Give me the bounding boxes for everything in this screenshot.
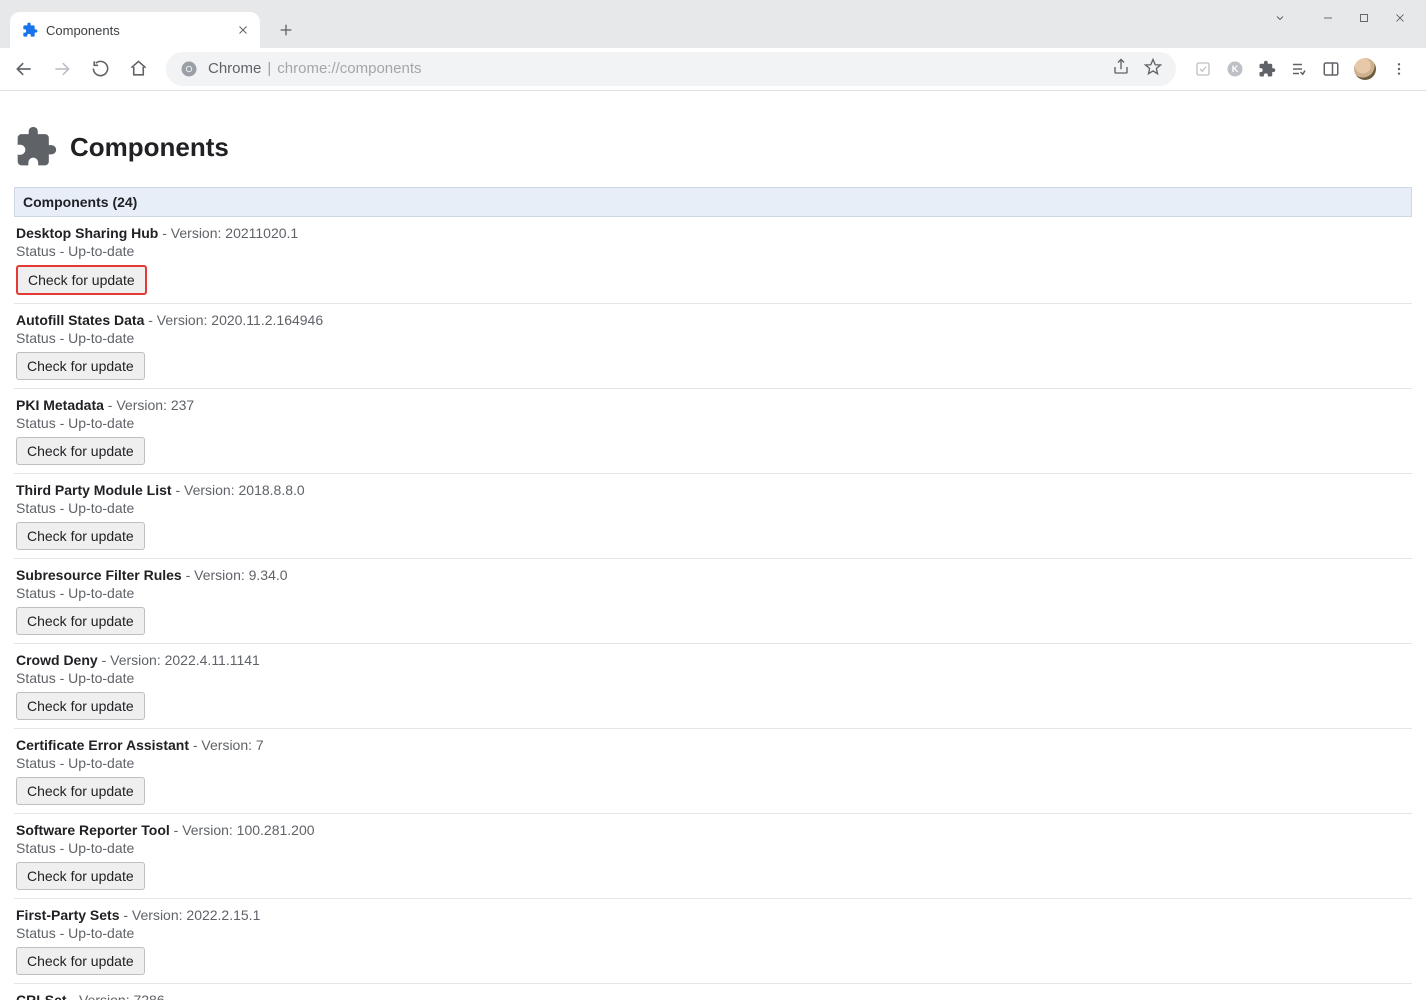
k-extension-icon[interactable]: K <box>1226 60 1244 78</box>
notes-extension-icon[interactable] <box>1194 60 1212 78</box>
page-title: Components <box>70 132 229 163</box>
svg-text:K: K <box>1232 64 1239 74</box>
browser-toolbar: Chrome | chrome://components K <box>0 48 1426 90</box>
component-name: First-Party Sets <box>16 907 119 923</box>
check-for-update-button[interactable]: Check for update <box>16 862 145 890</box>
component-name: PKI Metadata <box>16 397 104 413</box>
component-name: Desktop Sharing Hub <box>16 225 158 241</box>
check-for-update-button[interactable]: Check for update <box>16 777 145 805</box>
chrome-menu-icon[interactable] <box>1390 60 1408 78</box>
component-name: Third Party Module List <box>16 482 172 498</box>
page-viewport[interactable]: Components Components (24) Desktop Shari… <box>0 90 1426 1000</box>
address-bar[interactable]: Chrome | chrome://components <box>166 52 1176 86</box>
reload-button[interactable] <box>84 53 116 85</box>
component-version: - Version: 9.34.0 <box>182 567 288 583</box>
component-status: Status - Up-to-date <box>16 585 1412 601</box>
check-for-update-button[interactable]: Check for update <box>16 265 147 295</box>
extensions-icon[interactable] <box>1258 60 1276 78</box>
home-button[interactable] <box>122 53 154 85</box>
component-name: CRLSet <box>16 992 67 1000</box>
component-row: First-Party Sets - Version: 2022.2.15.1 S… <box>14 899 1412 984</box>
omnibox-url: chrome://components <box>277 60 421 77</box>
check-for-update-button[interactable]: Check for update <box>16 607 145 635</box>
check-for-update-button[interactable]: Check for update <box>16 437 145 465</box>
component-row: Certificate Error Assistant - Version: 7… <box>14 729 1412 814</box>
component-row: PKI Metadata - Version: 237 Status - Up-t… <box>14 389 1412 474</box>
component-version: - Version: 2018.8.8.0 <box>172 482 305 498</box>
component-name: Autofill States Data <box>16 312 144 328</box>
toolbar-icons: K <box>1188 58 1418 80</box>
tab-close-icon[interactable] <box>236 23 250 37</box>
check-for-update-button[interactable]: Check for update <box>16 352 145 380</box>
share-icon[interactable] <box>1112 58 1130 79</box>
component-version: - Version: 100.281.200 <box>170 822 315 838</box>
component-status: Status - Up-to-date <box>16 415 1412 431</box>
window-controls <box>1254 0 1426 38</box>
profile-avatar[interactable] <box>1354 58 1376 80</box>
bookmark-star-icon[interactable] <box>1144 58 1162 79</box>
components-page: Components Components (24) Desktop Shari… <box>0 91 1426 1000</box>
component-row: CRLSet - Version: 7286Status - UpdatedCh… <box>14 984 1412 1000</box>
window-close-icon[interactable] <box>1394 12 1406 27</box>
component-row: Desktop Sharing Hub - Version: 20211020.… <box>14 217 1412 304</box>
window-titlebar: Components <box>0 0 1426 48</box>
chrome-icon <box>180 60 198 78</box>
component-version: - Version: 2022.2.15.1 <box>119 907 260 923</box>
check-for-update-button[interactable]: Check for update <box>16 947 145 975</box>
component-version: - Version: 2022.4.11.1141 <box>98 652 260 668</box>
component-status: Status - Up-to-date <box>16 500 1412 516</box>
component-version: - Version: 20211020.1 <box>158 225 298 241</box>
tab-title: Components <box>46 23 236 38</box>
window-minimize-icon[interactable] <box>1322 12 1334 27</box>
page-header: Components <box>14 125 1412 169</box>
extension-icon <box>22 22 38 38</box>
components-puzzle-icon <box>14 125 58 169</box>
check-for-update-button[interactable]: Check for update <box>16 692 145 720</box>
check-for-update-button[interactable]: Check for update <box>16 522 145 550</box>
component-name: Software Reporter Tool <box>16 822 170 838</box>
window-maximize-icon[interactable] <box>1358 12 1370 27</box>
component-status: Status - Up-to-date <box>16 670 1412 686</box>
components-list: Desktop Sharing Hub - Version: 20211020.… <box>14 217 1412 1000</box>
tab-search-icon[interactable] <box>1274 12 1286 27</box>
omnibox-label: Chrome <box>208 60 261 77</box>
component-version: - Version: 237 <box>104 397 194 413</box>
component-version: - Version: 2020.11.2.164946 <box>144 312 323 328</box>
component-row: Autofill States Data - Version: 2020.11.… <box>14 304 1412 389</box>
back-button[interactable] <box>8 53 40 85</box>
component-status: Status - Up-to-date <box>16 925 1412 941</box>
component-row: Software Reporter Tool - Version: 100.28… <box>14 814 1412 899</box>
component-status: Status - Up-to-date <box>16 243 1412 259</box>
browser-tab[interactable]: Components <box>10 12 260 48</box>
component-version: - Version: 7 <box>189 737 264 753</box>
component-name: Crowd Deny <box>16 652 98 668</box>
component-status: Status - Up-to-date <box>16 840 1412 856</box>
component-name: Certificate Error Assistant <box>16 737 189 753</box>
section-header: Components (24) <box>14 187 1412 217</box>
side-panel-icon[interactable] <box>1322 60 1340 78</box>
forward-button[interactable] <box>46 53 78 85</box>
component-row: Crowd Deny - Version: 2022.4.11.1141 Stat… <box>14 644 1412 729</box>
component-row: Third Party Module List - Version: 2018.… <box>14 474 1412 559</box>
reading-list-icon[interactable] <box>1290 60 1308 78</box>
new-tab-button[interactable] <box>272 16 300 44</box>
component-version: - Version: 7286 <box>67 992 165 1000</box>
component-row: Subresource Filter Rules - Version: 9.34… <box>14 559 1412 644</box>
component-status: Status - Up-to-date <box>16 755 1412 771</box>
component-status: Status - Up-to-date <box>16 330 1412 346</box>
omnibox-separator: | <box>267 60 271 77</box>
component-name: Subresource Filter Rules <box>16 567 182 583</box>
